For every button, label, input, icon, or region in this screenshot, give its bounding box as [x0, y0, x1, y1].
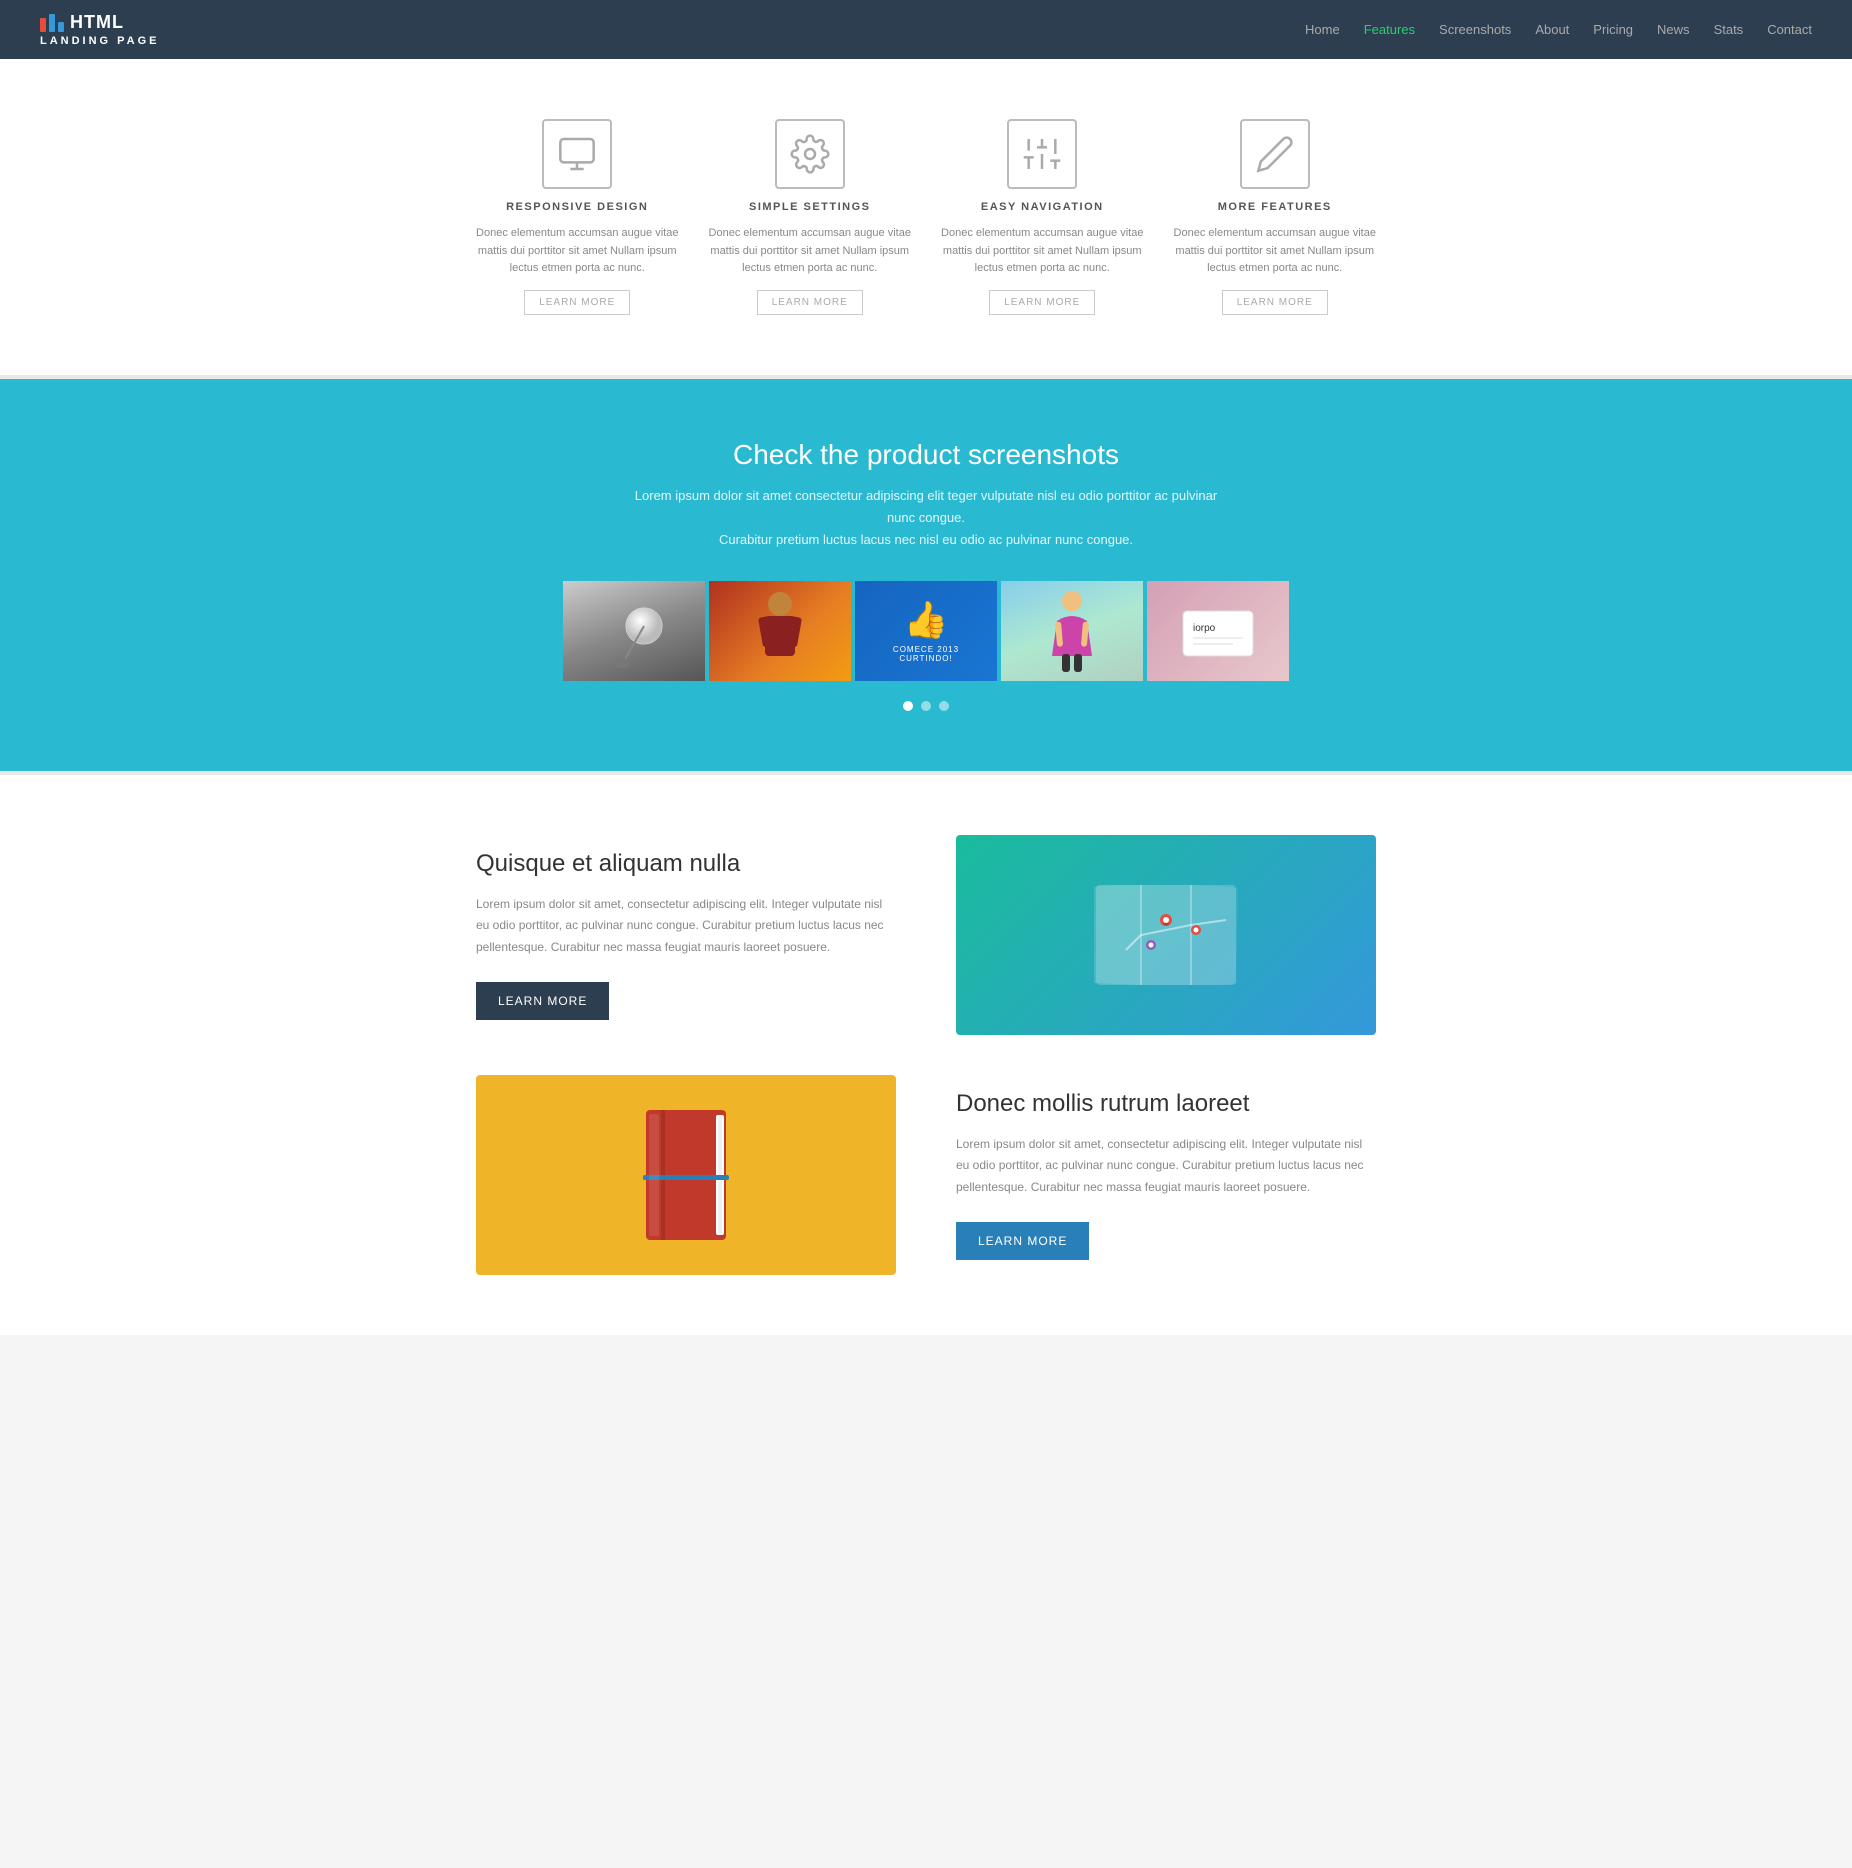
monitor-icon: [542, 119, 612, 189]
about-row-2: Donec mollis rutrum laoreet Lorem ipsum …: [476, 1075, 1376, 1275]
screenshots-desc: Lorem ipsum dolor sit amet consectetur a…: [626, 485, 1226, 551]
about-desc-2: Lorem ipsum dolor sit amet, consectetur …: [956, 1134, 1376, 1199]
screenshot-thumb-4[interactable]: [1001, 581, 1143, 681]
map-svg: [1086, 865, 1246, 1005]
logo-area: HTML LANDING PAGE: [40, 12, 160, 47]
learn-more-about-1[interactable]: LEARN MORE: [476, 982, 609, 1020]
feature-desc-navigation: Donec elementum accumsan augue vitae mat…: [941, 225, 1144, 278]
about-desc-1: Lorem ipsum dolor sit amet, consectetur …: [476, 894, 896, 959]
learn-more-responsive[interactable]: LEARN MORE: [524, 290, 630, 315]
about-section: Quisque et aliquam nulla Lorem ipsum dol…: [0, 775, 1852, 1335]
feature-responsive: RESPONSIVE DESIGN Donec elementum accums…: [476, 119, 679, 315]
features-grid: RESPONSIVE DESIGN Donec elementum accums…: [476, 119, 1376, 315]
nav-pricing[interactable]: Pricing: [1593, 22, 1633, 37]
screenshot-thumb-3[interactable]: 👍 COMECE 2013 CURTINDO!: [855, 581, 997, 681]
pencil-icon: [1240, 119, 1310, 189]
learn-more-settings[interactable]: LEARN MORE: [757, 290, 863, 315]
girl-graphic: [1047, 586, 1097, 676]
sliders-icon: [1007, 119, 1077, 189]
settings-svg: [790, 134, 830, 174]
golf-graphic: [594, 591, 674, 671]
carousel-dot-2[interactable]: [921, 701, 931, 711]
feature-navigation: EASY NAVIGATION Donec elementum accumsan…: [941, 119, 1144, 315]
feature-more: MORE FEATURES Donec elementum accumsan a…: [1174, 119, 1377, 315]
nav-screenshots[interactable]: Screenshots: [1439, 22, 1511, 37]
monitor-svg: [557, 134, 597, 174]
features-section: RESPONSIVE DESIGN Donec elementum accums…: [0, 59, 1852, 375]
learn-more-about-2[interactable]: LEARN MORE: [956, 1222, 1089, 1260]
nav-home[interactable]: Home: [1305, 22, 1340, 37]
about-title-2: Donec mollis rutrum laoreet: [956, 1090, 1376, 1118]
feature-title-settings: SIMPLE SETTINGS: [749, 201, 871, 213]
nav-news[interactable]: News: [1657, 22, 1690, 37]
map-illustration: [956, 835, 1376, 1035]
feature-desc-settings: Donec elementum accumsan augue vitae mat…: [709, 225, 912, 278]
logo-icon: [40, 14, 64, 32]
about-text-2: Donec mollis rutrum laoreet Lorem ipsum …: [956, 1090, 1376, 1261]
sliders-svg: [1022, 134, 1062, 174]
feature-settings: SIMPLE SETTINGS Donec elementum accumsan…: [709, 119, 912, 315]
logo-text: HTML: [70, 12, 124, 33]
feature-desc-responsive: Donec elementum accumsan augue vitae mat…: [476, 225, 679, 278]
feature-desc-more: Donec elementum accumsan augue vitae mat…: [1174, 225, 1377, 278]
screenshot-thumb-2[interactable]: [709, 581, 851, 681]
svg-text:iorpo: iorpo: [1193, 623, 1216, 634]
carousel-dots: [40, 701, 1812, 711]
screenshots-gallery: 👍 COMECE 2013 CURTINDO!: [40, 581, 1812, 681]
header: HTML LANDING PAGE Home Features Screensh…: [0, 0, 1852, 59]
nav-stats[interactable]: Stats: [1714, 22, 1744, 37]
notebook-svg: [631, 1100, 741, 1250]
carousel-dot-3[interactable]: [939, 701, 949, 711]
screenshot-thumb-1[interactable]: [563, 581, 705, 681]
learn-more-more[interactable]: LEARN MORE: [1222, 290, 1328, 315]
feature-title-navigation: EASY NAVIGATION: [981, 201, 1104, 213]
card-graphic: iorpo: [1173, 596, 1263, 666]
curtindo-text: CURTINDO!: [899, 654, 952, 663]
about-title-1: Quisque et aliquam nulla: [476, 850, 896, 878]
screenshots-section: Check the product screenshots Lorem ipsu…: [0, 379, 1852, 771]
nav-contact[interactable]: Contact: [1767, 22, 1812, 37]
logo-subtitle: LANDING PAGE: [40, 35, 160, 47]
notebook-illustration: [476, 1075, 896, 1275]
feature-title-responsive: RESPONSIVE DESIGN: [506, 201, 648, 213]
pencil-svg: [1255, 134, 1295, 174]
logo-top: HTML: [40, 12, 160, 33]
about-row-1: Quisque et aliquam nulla Lorem ipsum dol…: [476, 835, 1376, 1035]
screenshots-title: Check the product screenshots: [40, 439, 1812, 471]
like-text: COMECE 2013: [893, 645, 959, 654]
settings-icon: [775, 119, 845, 189]
nav-about[interactable]: About: [1535, 22, 1569, 37]
carousel-dot-1[interactable]: [903, 701, 913, 711]
thumbs-up-icon: 👍: [904, 599, 949, 641]
nav-features[interactable]: Features: [1364, 22, 1415, 37]
man-graphic: [750, 586, 810, 676]
about-text-1: Quisque et aliquam nulla Lorem ipsum dol…: [476, 850, 896, 1021]
screenshot-thumb-5[interactable]: iorpo: [1147, 581, 1289, 681]
main-nav: Home Features Screenshots About Pricing …: [1305, 22, 1812, 37]
learn-more-navigation[interactable]: LEARN MORE: [989, 290, 1095, 315]
feature-title-more: MORE FEATURES: [1218, 201, 1332, 213]
